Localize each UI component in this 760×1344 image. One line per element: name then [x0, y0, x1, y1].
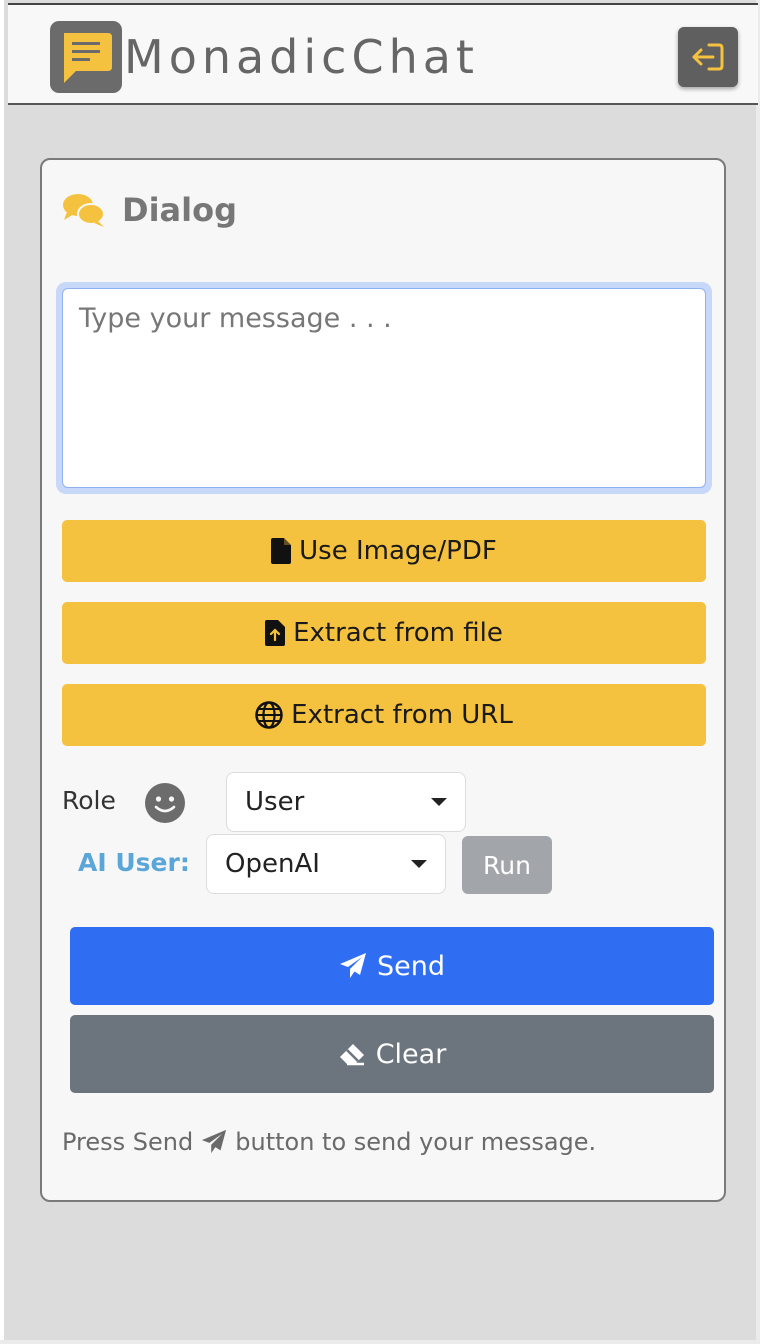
dialog-title: Dialog: [122, 191, 237, 229]
hint-text-before: Press Send: [62, 1128, 194, 1156]
message-input[interactable]: [62, 288, 706, 488]
dialog-card: Dialog Use Image/PDF Extract from file E…: [40, 158, 726, 1202]
paper-plane-icon: [202, 1129, 227, 1154]
send-button[interactable]: Send: [70, 927, 714, 1005]
clear-button[interactable]: Clear: [70, 1015, 714, 1093]
clear-label: Clear: [375, 1038, 447, 1070]
chevron-down-icon: [411, 860, 427, 868]
logout-icon: [692, 43, 724, 71]
run-ai-user-button[interactable]: Run: [462, 836, 552, 894]
ai-user-label: AI User:: [78, 848, 190, 877]
smiley-icon: [145, 783, 185, 823]
role-select[interactable]: User: [226, 772, 466, 832]
app-frame: MonadicChat Dialog Use: [0, 0, 758, 1340]
send-hint: Press Send button to send your message.: [62, 1128, 596, 1156]
file-icon: [271, 538, 292, 564]
ai-user-provider-value: OpenAI: [225, 849, 320, 879]
extract-from-file-button[interactable]: Extract from file: [62, 602, 706, 664]
hint-text-after: button to send your message.: [235, 1128, 597, 1156]
dialog-header: Dialog: [62, 190, 237, 230]
globe-icon: [255, 701, 283, 729]
extract-from-url-button[interactable]: Extract from URL: [62, 684, 706, 746]
ai-user-provider-select[interactable]: OpenAI: [206, 834, 446, 894]
logout-button[interactable]: [678, 27, 738, 87]
file-upload-icon: [265, 620, 286, 646]
eraser-icon: [338, 1042, 366, 1066]
use-image-pdf-button[interactable]: Use Image/PDF: [62, 520, 706, 582]
role-label: Role: [62, 786, 116, 815]
comments-icon: [63, 194, 105, 227]
use-image-pdf-label: Use Image/PDF: [299, 536, 497, 566]
navbar: MonadicChat: [8, 3, 758, 105]
message-input-wrapper: [56, 282, 712, 494]
role-select-value: User: [245, 787, 305, 817]
send-label: Send: [376, 950, 445, 982]
extract-from-url-label: Extract from URL: [291, 700, 513, 730]
chevron-down-icon: [431, 798, 447, 806]
logo[interactable]: [50, 21, 122, 93]
brand-title: MonadicChat: [124, 30, 479, 84]
extract-from-file-label: Extract from file: [293, 618, 503, 648]
chat-bubble-icon: [64, 33, 112, 83]
paper-plane-icon: [339, 952, 367, 980]
